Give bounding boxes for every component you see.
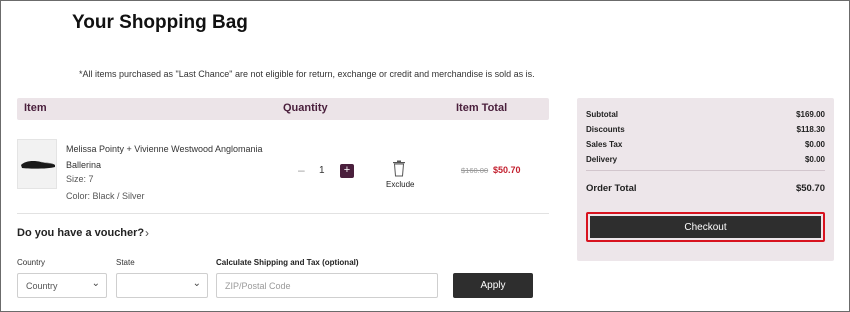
summary-divider (586, 170, 825, 171)
quantity-decrease-button[interactable]: – (298, 163, 305, 177)
product-color: Color: Black / Silver (66, 191, 145, 201)
subtotal-value: $169.00 (796, 110, 825, 119)
voucher-toggle[interactable]: Do you have a voucher? (17, 227, 144, 239)
header-item-total: Item Total (456, 102, 508, 114)
order-total-value: $50.70 (795, 183, 825, 194)
page-title: Your Shopping Bag (72, 12, 248, 33)
sale-price: $50.70 (493, 165, 521, 175)
checkout-focus-ring: Checkout (586, 212, 825, 242)
original-price: $160.00 (461, 166, 489, 175)
state-select[interactable]: ⌄ (116, 273, 208, 298)
zip-input[interactable] (216, 273, 438, 298)
chevron-right-icon[interactable]: › (145, 226, 149, 240)
discounts-label: Discounts (586, 125, 625, 134)
trash-icon[interactable] (392, 160, 406, 182)
exclude-link[interactable]: Exclude (386, 180, 414, 189)
state-label: State (116, 258, 135, 267)
country-select-value: Country (26, 281, 58, 291)
cart-table-header: Item Quantity Item Total (17, 98, 549, 120)
product-name[interactable]: Melissa Pointy + Vivienne Westwood Anglo… (66, 141, 276, 173)
quantity-increase-button[interactable]: + (340, 164, 354, 178)
sales-tax-label: Sales Tax (586, 140, 623, 149)
product-thumbnail[interactable] (17, 139, 57, 189)
checkout-button[interactable]: Checkout (590, 216, 821, 238)
shoe-icon (21, 161, 55, 169)
delivery-label: Delivery (586, 155, 618, 164)
country-select[interactable]: Country ⌄ (17, 273, 107, 298)
divider (17, 213, 549, 214)
chevron-down-icon: ⌄ (91, 278, 100, 289)
delivery-value: $0.00 (804, 155, 825, 164)
page-frame: Your Shopping Bag *All items purchased a… (0, 0, 850, 312)
discounts-value: $118.30 (796, 125, 825, 134)
header-item: Item (24, 102, 47, 114)
chevron-down-icon: ⌄ (192, 278, 201, 289)
calc-shipping-label: Calculate Shipping and Tax (optional) (216, 258, 359, 267)
order-total-label: Order Total (586, 183, 637, 194)
product-size: Size: 7 (66, 174, 94, 184)
country-label: Country (17, 258, 46, 267)
sales-tax-value: $0.00 (804, 140, 825, 149)
quantity-value: 1 (319, 165, 325, 176)
last-chance-notice: *All items purchased as "Last Chance" ar… (79, 69, 535, 79)
header-quantity: Quantity (283, 102, 328, 114)
apply-button[interactable]: Apply (453, 273, 533, 298)
subtotal-label: Subtotal (586, 110, 618, 119)
